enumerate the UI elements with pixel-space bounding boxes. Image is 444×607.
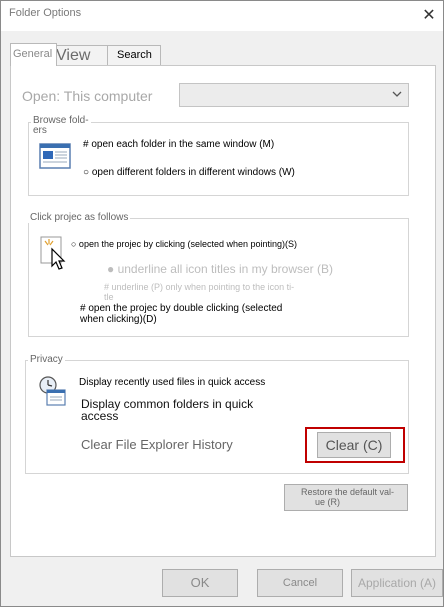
restore-defaults-label: Restore the default val- (301, 487, 395, 497)
underline-pointing-option-cont: tle (104, 292, 114, 302)
show-recent-files-option[interactable]: Display recently used files in quick acc… (79, 377, 265, 389)
click-pointer-icon (40, 236, 66, 270)
browse-folders-group: Browse fold- ers # open each folder in t… (28, 115, 409, 196)
window-title: Folder Options (9, 7, 82, 19)
ok-button[interactable]: OK (162, 569, 238, 597)
tab-view[interactable]: View (55, 45, 109, 66)
cancel-button[interactable]: Cancel (257, 569, 343, 597)
general-panel: Open: This computer Browse fold- ers # o… (10, 65, 436, 557)
apply-button[interactable]: Application (A) (351, 569, 443, 597)
browse-folders-title-cont: ers (31, 125, 49, 136)
clear-button[interactable]: Clear (C) (317, 432, 391, 458)
open-label: Open: This computer (22, 88, 153, 104)
chevron-down-icon (392, 91, 402, 97)
title-bar: Folder Options ✕ (1, 1, 443, 31)
restore-defaults-label-cont: ue (R) (315, 497, 341, 507)
show-common-folders-option-cont: access (81, 409, 119, 423)
privacy-group: Privacy Display recently used files in q… (25, 354, 409, 474)
click-items-group: Click projec as follows ○ open the proje… (28, 212, 409, 337)
tab-search-label: Search (117, 49, 152, 61)
folder-options-window: Folder Options ✕ General View Search Ope… (0, 0, 444, 607)
underline-all-option[interactable]: ● underline all icon titles in my browse… (107, 262, 333, 276)
privacy-title: Privacy (28, 354, 65, 365)
tab-general[interactable]: General (10, 43, 57, 66)
restore-defaults-button[interactable]: Restore the default val- ue (R) (284, 484, 408, 511)
browse-same-window-option[interactable]: # open each folder in the same window (M… (83, 139, 274, 151)
tab-bar: General View Search (9, 41, 437, 66)
tab-general-label: General (13, 48, 53, 60)
browse-different-windows-option[interactable]: ○ open different folders in different wi… (83, 167, 295, 179)
clear-history-label: Clear File Explorer History (81, 437, 233, 452)
close-icon[interactable]: ✕ (419, 6, 439, 26)
tab-view-label: View (56, 47, 91, 64)
underline-pointing-option[interactable]: # underline (P) only when pointing to th… (104, 281, 294, 293)
tab-search[interactable]: Search (107, 45, 161, 66)
double-click-option-cont: when clicking)(D) (80, 314, 157, 325)
folder-window-icon (39, 143, 71, 169)
click-single-option[interactable]: ○ open the projec by clicking (selected … (71, 238, 297, 250)
click-items-title: Click projec as follows (28, 212, 131, 223)
privacy-clock-icon (39, 376, 66, 406)
open-combo[interactable] (179, 83, 409, 107)
